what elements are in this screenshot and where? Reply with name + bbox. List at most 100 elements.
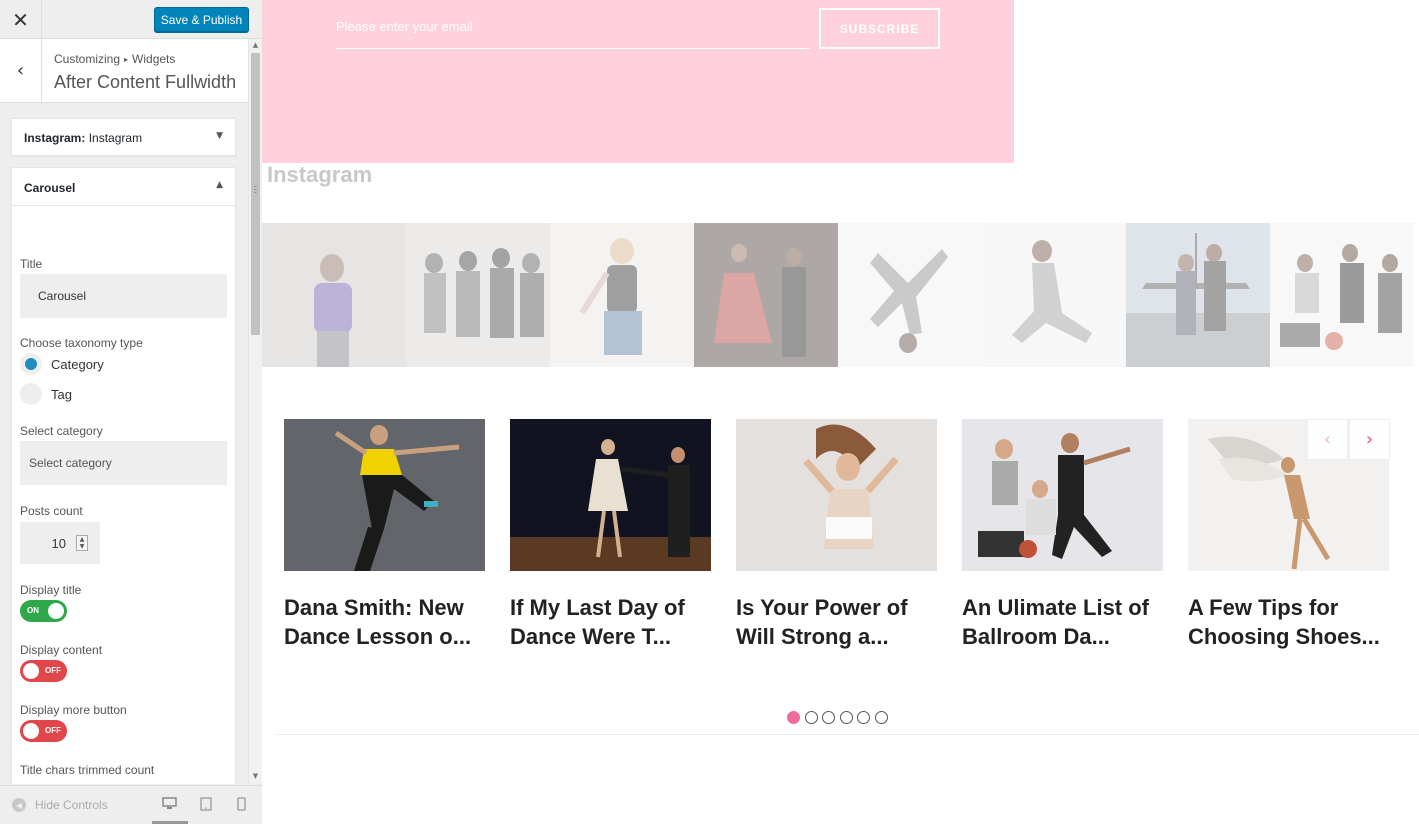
scroll-down-arrow-icon[interactable]: ▼ [249,772,262,782]
post-thumbnail[interactable] [962,419,1163,571]
toggle-knob [48,603,64,619]
scroll-grip-icon: --- [254,181,257,197]
section-header: ‹ Customizing ▸ Widgets After Content Full… [0,39,248,103]
post-title-line-1: If My Last Day of [510,595,685,620]
photo-overlay [694,223,838,367]
widget-instagram[interactable]: Instagram: Instagram ▼ [11,118,236,156]
customizer-header: ✕ Save & Publish [0,0,262,39]
photo-overlay [1270,223,1414,367]
post-title[interactable]: A Few Tips for Choosing Shoes... [1188,593,1389,651]
title-chars-label: Title chars trimmed count [20,763,155,777]
display-title-label: Display title [20,583,82,597]
display-more-label: Display more button [20,703,127,717]
hide-controls-label: Hide Controls [35,798,108,812]
breadcrumb-separator-icon: ▸ [124,55,129,64]
email-field[interactable]: Please enter your email [336,18,810,49]
spinner-arrows-icon[interactable]: ▲ ▼ [76,535,88,551]
scroll-up-arrow-icon[interactable]: ▲ [249,41,262,51]
carousel-post[interactable]: An Ulimate List of Ballroom Da... [962,419,1163,651]
post-title[interactable]: Is Your Power of Will Strong a... [736,593,937,651]
post-title[interactable]: An Ulimate List of Ballroom Da... [962,593,1163,651]
widget-instagram-name: Instagram [88,131,143,145]
photo-overlay [550,223,694,367]
photo-overlay [262,223,406,367]
instagram-photo[interactable] [838,223,982,367]
instagram-heading: Instagram [267,162,373,187]
display-title-state: ON [27,606,39,615]
hide-controls-button[interactable]: ◀ Hide Controls [12,798,108,812]
carousel-post[interactable]: Dana Smith: New Dance Lesson o... [284,419,485,651]
radio-tag-dot[interactable] [20,383,42,405]
instagram-photo[interactable] [982,223,1126,367]
photo-overlay [1126,223,1270,367]
post-title-line-2: Choosing Shoes... [1188,624,1380,649]
mobile-icon[interactable] [237,797,246,815]
panel-scrollbar[interactable]: ▲ --- ▼ [248,39,262,784]
post-thumbnail[interactable] [510,419,711,571]
title-field-label: Title [20,257,43,271]
caret-up-icon[interactable]: ▲ [216,180,223,190]
back-arrow-icon[interactable]: ‹ [0,39,42,102]
pagination-dot[interactable] [857,711,870,724]
display-more-toggle[interactable]: OFF [20,720,67,742]
toggle-knob [23,663,39,679]
instagram-photo[interactable] [1126,223,1270,367]
subscribe-button[interactable]: SUBSCRIBE [819,8,940,49]
caret-down-icon[interactable]: ▼ [216,131,223,141]
collapse-arrow-icon: ◀ [12,798,26,812]
post-title-line-2: Dance Lesson o... [284,624,472,649]
display-content-toggle[interactable]: OFF [20,660,67,682]
instagram-photo[interactable] [694,223,838,367]
instagram-photo[interactable] [1270,223,1414,367]
select-category-label: Select category [20,424,103,438]
category-select[interactable]: Select category [20,441,227,485]
controls-panel: ‹ Customizing ▸ Widgets After Content Full… [0,39,248,784]
pagination-dot[interactable] [804,711,818,724]
radio-category-dot[interactable] [20,353,42,375]
photo-overlay [838,223,982,367]
widget-carousel: Carousel ▲ Title Carousel Choose taxonom… [11,167,236,784]
pagination-dot[interactable] [839,711,853,724]
post-title-line-2: Dance Were T... [510,624,671,649]
radio-category[interactable]: Category [20,353,104,375]
post-title[interactable]: Dana Smith: New Dance Lesson o... [284,593,485,651]
carousel-next-arrow-icon[interactable]: › [1349,419,1390,460]
display-title-toggle[interactable]: ON [20,600,67,622]
carousel-post[interactable]: If My Last Day of Dance Were T... [510,419,711,651]
post-title[interactable]: If My Last Day of Dance Were T... [510,593,711,651]
widget-instagram-label: Instagram: Instagram [24,131,142,145]
carousel-prev-arrow-icon[interactable]: ‹ [1307,419,1348,460]
save-publish-button[interactable]: Save & Publish [154,7,249,32]
close-icon[interactable]: ✕ [0,0,42,39]
taxonomy-label: Choose taxonomy type [20,336,143,350]
pagination-dot[interactable] [787,711,800,724]
breadcrumb-widgets: Widgets [132,52,176,66]
carousel-pagination [787,711,892,724]
posts-count-label: Posts count [20,504,83,518]
customizer-sidebar: ✕ Save & Publish ‹ Customizing ▸ Widgets A… [0,0,262,824]
post-thumbnail[interactable] [284,419,485,571]
instagram-photo[interactable] [550,223,694,367]
instagram-photo[interactable] [406,223,550,367]
widget-carousel-label: Carousel [24,181,76,195]
instagram-photo[interactable] [262,223,406,367]
title-input[interactable]: Carousel [20,274,227,318]
posts-count-input[interactable]: 10 ▲ ▼ [20,522,100,564]
display-more-state: OFF [45,726,61,735]
radio-tag[interactable]: Tag [20,383,72,405]
widget-carousel-header[interactable]: Carousel ▲ [12,168,235,206]
newsletter-section: Please enter your email SUBSCRIBE [262,0,1014,163]
post-title-line-1: A Few Tips for [1188,595,1339,620]
radio-category-label: Category [51,356,104,372]
desktop-icon[interactable] [162,797,177,814]
post-thumbnail[interactable] [736,419,937,571]
posts-carousel: Dana Smith: New Dance Lesson o... If My L… [284,419,1399,679]
display-content-state: OFF [45,666,61,675]
carousel-post[interactable]: Is Your Power of Will Strong a... [736,419,937,651]
pagination-dot[interactable] [822,711,835,724]
pagination-dot[interactable] [874,711,888,724]
photo-overlay [982,223,1126,367]
radio-tag-label: Tag [51,386,72,402]
post-title-line-1: Dana Smith: New [284,595,464,620]
tablet-icon[interactable] [200,797,212,815]
